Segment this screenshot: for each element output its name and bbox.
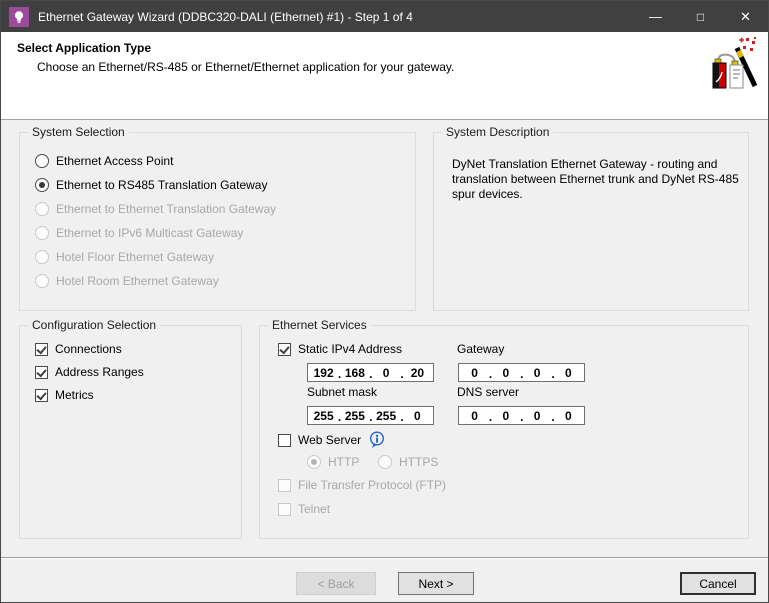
checkbox-telnet: Telnet: [278, 501, 330, 517]
close-button[interactable]: ✕: [723, 1, 768, 32]
system-selection-group: System Selection Ethernet Access Point E…: [19, 132, 416, 311]
radio-ethernet-to-rs485[interactable]: Ethernet to RS485 Translation Gateway: [35, 177, 267, 193]
checkbox-icon-disabled: [278, 503, 291, 516]
gateway-input[interactable]: 0 0 0 0: [458, 363, 585, 382]
radio-hotel-room: Hotel Room Ethernet Gateway: [35, 273, 219, 289]
radio-icon-disabled: [35, 274, 49, 288]
radio-ethernet-access-point[interactable]: Ethernet Access Point: [35, 153, 173, 169]
gateway-label: Gateway: [457, 342, 504, 356]
system-selection-label: System Selection: [28, 125, 129, 139]
system-description-label: System Description: [442, 125, 553, 139]
checkbox-icon-checked[interactable]: [35, 366, 48, 379]
radio-ethernet-to-ethernet: Ethernet to Ethernet Translation Gateway: [35, 201, 276, 217]
configuration-selection-label: Configuration Selection: [28, 318, 160, 332]
checkbox-address-ranges[interactable]: Address Ranges: [35, 364, 144, 380]
app-lightbulb-icon: [9, 7, 29, 27]
checkbox-icon-checked[interactable]: [35, 343, 48, 356]
checkbox-ftp: File Transfer Protocol (FTP): [278, 477, 446, 493]
titlebar[interactable]: Ethernet Gateway Wizard (DDBC320-DALI (E…: [1, 1, 768, 32]
radio-icon-disabled: [35, 202, 49, 216]
radio-icon-selected[interactable]: [35, 178, 49, 192]
wizard-header: Select Application Type Choose an Ethern…: [1, 32, 768, 120]
checkbox-metrics[interactable]: Metrics: [35, 387, 94, 403]
checkbox-static-ipv4[interactable]: Static IPv4 Address: [278, 341, 402, 357]
subnet-mask-label: Subnet mask: [307, 385, 377, 399]
radio-icon-disabled: [35, 226, 49, 240]
radio-hotel-floor: Hotel Floor Ethernet Gateway: [35, 249, 214, 265]
system-description-group: System Description DyNet Translation Eth…: [433, 132, 749, 311]
dns-server-label: DNS server: [457, 385, 519, 399]
info-balloon-icon[interactable]: [369, 431, 385, 449]
radio-icon-disabled-selected: [307, 455, 321, 469]
next-button[interactable]: Next >: [398, 572, 474, 595]
checkbox-icon-checked[interactable]: [278, 343, 291, 356]
checkbox-icon-checked[interactable]: [35, 389, 48, 402]
radio-icon-disabled: [35, 250, 49, 264]
radio-icon-disabled: [378, 455, 392, 469]
system-description-text: DyNet Translation Ethernet Gateway - rou…: [452, 157, 744, 202]
ethernet-services-label: Ethernet Services: [268, 318, 371, 332]
configuration-selection-group: Configuration Selection Connections Addr…: [19, 325, 242, 539]
window-title: Ethernet Gateway Wizard (DDBC320-DALI (E…: [38, 10, 413, 24]
checkbox-web-server[interactable]: Web Server: [278, 432, 385, 448]
checkbox-connections[interactable]: Connections: [35, 341, 122, 357]
radio-ethernet-to-ipv6: Ethernet to IPv6 Multicast Gateway: [35, 225, 243, 241]
radio-http: HTTP: [307, 454, 359, 470]
maximize-button[interactable]: □: [678, 1, 723, 32]
minimize-button[interactable]: —: [633, 1, 678, 32]
magic-wand-devices-icon: [708, 36, 758, 95]
ethernet-services-group: Ethernet Services Static IPv4 Address Ga…: [259, 325, 749, 539]
radio-https: HTTPS: [378, 454, 438, 470]
page-title: Select Application Type: [17, 41, 151, 55]
wizard-window: Ethernet Gateway Wizard (DDBC320-DALI (E…: [0, 0, 769, 603]
dns-server-input[interactable]: 0 0 0 0: [458, 406, 585, 425]
page-subtitle: Choose an Ethernet/RS-485 or Ethernet/Et…: [37, 60, 454, 74]
ip-address-input[interactable]: 192 168 0 20: [307, 363, 434, 382]
radio-icon[interactable]: [35, 154, 49, 168]
subnet-mask-input[interactable]: 255 255 255 0: [307, 406, 434, 425]
checkbox-icon-disabled: [278, 479, 291, 492]
back-button: < Back: [296, 572, 376, 595]
checkbox-icon-unchecked[interactable]: [278, 434, 291, 447]
footer-divider: [1, 557, 768, 558]
cancel-button[interactable]: Cancel: [680, 572, 756, 595]
